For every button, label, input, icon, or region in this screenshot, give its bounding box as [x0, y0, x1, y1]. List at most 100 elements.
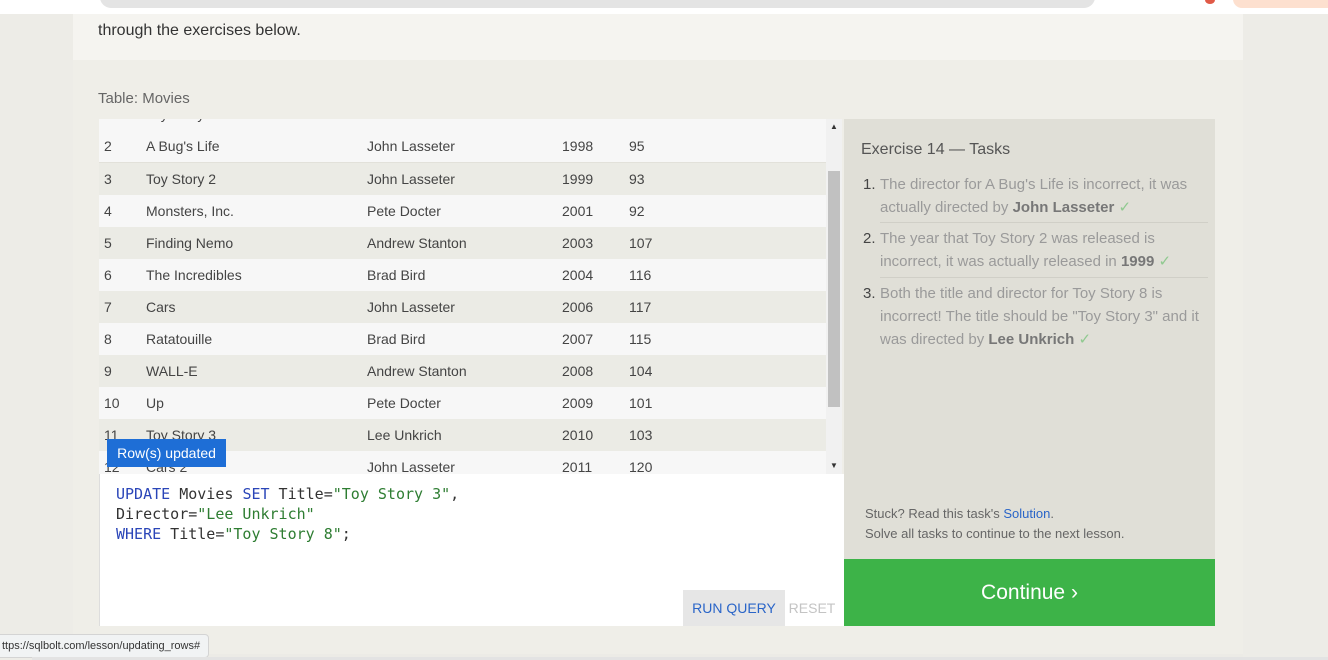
task-number: 2.	[863, 230, 876, 247]
task-item: 2. The year that Toy Story 2 was release…	[863, 227, 1208, 273]
sql-keyword-where: WHERE	[116, 525, 162, 543]
cell-year: 2010	[562, 427, 594, 443]
scrollbar-thumb[interactable]	[828, 171, 840, 407]
table-row: 3 Toy Story 2 John Lasseter 1999 93	[99, 163, 826, 196]
page-right-gutter	[1243, 14, 1328, 660]
sql-where-title: Title=	[161, 525, 225, 543]
cell-length: 81	[629, 119, 645, 130]
cell-title: A Bug's Life	[146, 138, 220, 154]
cell-id: 10	[104, 395, 120, 411]
cell-id: 3	[104, 171, 112, 187]
check-icon: ✓	[1158, 253, 1172, 270]
table-row: 7 Cars John Lasseter 2006 117	[99, 291, 826, 324]
sql-editor[interactable]: UPDATE Movies SET Title="Toy Story 3", D…	[99, 474, 845, 626]
cell-year: 1995	[562, 119, 593, 130]
browser-profile-pill[interactable]	[1233, 0, 1328, 8]
cell-year: 2006	[562, 299, 594, 315]
cell-length: 103	[629, 427, 653, 443]
cell-id: 5	[104, 235, 112, 251]
cell-id: 2	[104, 138, 112, 154]
tasks-panel: Exercise 14 — Tasks 1. The director for …	[844, 119, 1215, 559]
cell-length: 116	[629, 267, 652, 283]
cell-director: Andrew Stanton	[367, 363, 467, 379]
cell-year: 2003	[562, 235, 594, 251]
table-label: Table: Movies	[98, 90, 190, 107]
cell-director: Pete Docter	[367, 395, 441, 411]
run-query-button[interactable]: RUN QUERY	[683, 590, 785, 626]
link-status-bar: ttps://sqlbolt.com/lesson/updating_rows#	[0, 634, 210, 658]
cell-id: 9	[104, 363, 112, 379]
continue-button[interactable]: Continue ›	[844, 559, 1215, 626]
cell-director: John Lasseter	[367, 171, 455, 187]
sql-string-director: "Lee Unkrich"	[197, 505, 315, 523]
intro-panel: through the exercises below.	[73, 14, 1243, 60]
check-icon: ✓	[1118, 199, 1132, 216]
cell-year: 1998	[562, 138, 594, 154]
cell-title: Finding Nemo	[146, 235, 234, 251]
check-icon: ✓	[1078, 331, 1092, 348]
cell-title: The Incredibles	[146, 267, 242, 283]
task-divider	[880, 277, 1208, 278]
cell-director: Brad Bird	[367, 267, 426, 283]
cell-year: 2004	[562, 267, 594, 283]
task-text: Both the title and director for Toy Stor…	[880, 285, 1199, 348]
cell-year: 2009	[562, 395, 594, 411]
tasks-title: Exercise 14 — Tasks	[861, 141, 1011, 158]
intro-text: through the exercises below.	[98, 22, 301, 39]
sql-director-assign: Director=	[116, 505, 198, 523]
cell-length: 104	[629, 363, 653, 379]
task-answer: 1999	[1120, 253, 1155, 270]
stuck-hint: Stuck? Read this task's Solution. Solve …	[865, 506, 1125, 541]
task-number: 3.	[863, 285, 876, 302]
page-left-gutter	[0, 14, 73, 660]
task-divider	[880, 222, 1208, 223]
cell-length: 101	[629, 395, 653, 411]
browser-address-bar[interactable]	[100, 0, 1095, 8]
cell-length: 93	[629, 171, 645, 187]
cell-director: Pete Docter	[367, 203, 441, 219]
sql-keyword-update: UPDATE	[116, 485, 171, 503]
scroll-up-icon[interactable]: ▲	[826, 119, 842, 135]
sql-semicolon: ;	[341, 525, 351, 543]
sql-table-name: Movies	[170, 485, 243, 503]
cell-id: 8	[104, 331, 112, 347]
cell-year: 2007	[562, 331, 594, 347]
cell-length: 120	[629, 459, 653, 474]
cell-director: Brad Bird	[367, 331, 426, 347]
solution-link[interactable]: Solution	[1003, 506, 1050, 521]
cell-director: Andrew Stanton	[367, 235, 467, 251]
results-table-body: 1 Toy Story John Lasseter 1995 81 2 A Bu…	[99, 119, 826, 474]
task-text: The director for A Bug's Life is incorre…	[880, 176, 1188, 216]
cell-length: 117	[629, 299, 652, 315]
cell-id: 4	[104, 203, 112, 219]
cell-director: Lee Unkrich	[367, 427, 442, 443]
scroll-down-icon[interactable]: ▼	[826, 458, 842, 474]
cell-director: John Lasseter	[367, 299, 455, 315]
reset-button[interactable]: RESET	[787, 590, 837, 626]
cell-length: 115	[629, 331, 652, 347]
cell-title: Toy Story 2	[146, 171, 217, 187]
cell-year: 1999	[562, 171, 594, 187]
sql-string-title: "Toy Story 3"	[332, 485, 451, 503]
task-item: 3. Both the title and director for Toy S…	[863, 282, 1208, 352]
task-text: The year that Toy Story 2 was released i…	[880, 230, 1172, 270]
table-row: 10 Up Pete Docter 2009 101	[99, 387, 826, 420]
results-scrollbar[interactable]: ▲ ▼	[826, 119, 842, 474]
sql-title-assign: Title=	[269, 485, 333, 503]
cell-title: Cars	[146, 299, 176, 315]
sql-code[interactable]: UPDATE Movies SET Title="Toy Story 3", D…	[116, 484, 459, 544]
cell-id: 1	[104, 119, 112, 130]
cell-year: 2001	[562, 203, 594, 219]
cell-id: 6	[104, 267, 112, 283]
cell-title: WALL-E	[146, 363, 198, 379]
cell-director: John Lasseter	[367, 119, 455, 130]
cell-title: Up	[146, 395, 164, 411]
table-row: 2 A Bug's Life John Lasseter 1998 95	[99, 130, 826, 163]
task-number: 1.	[863, 176, 876, 193]
sql-string-where: "Toy Story 8"	[224, 525, 342, 543]
task-answer: Lee Unkrich	[988, 331, 1075, 348]
cell-year: 2008	[562, 363, 594, 379]
cell-length: 107	[629, 235, 653, 251]
solve-all-text: Solve all tasks to continue to the next …	[865, 526, 1125, 541]
cell-id: 7	[104, 299, 112, 315]
